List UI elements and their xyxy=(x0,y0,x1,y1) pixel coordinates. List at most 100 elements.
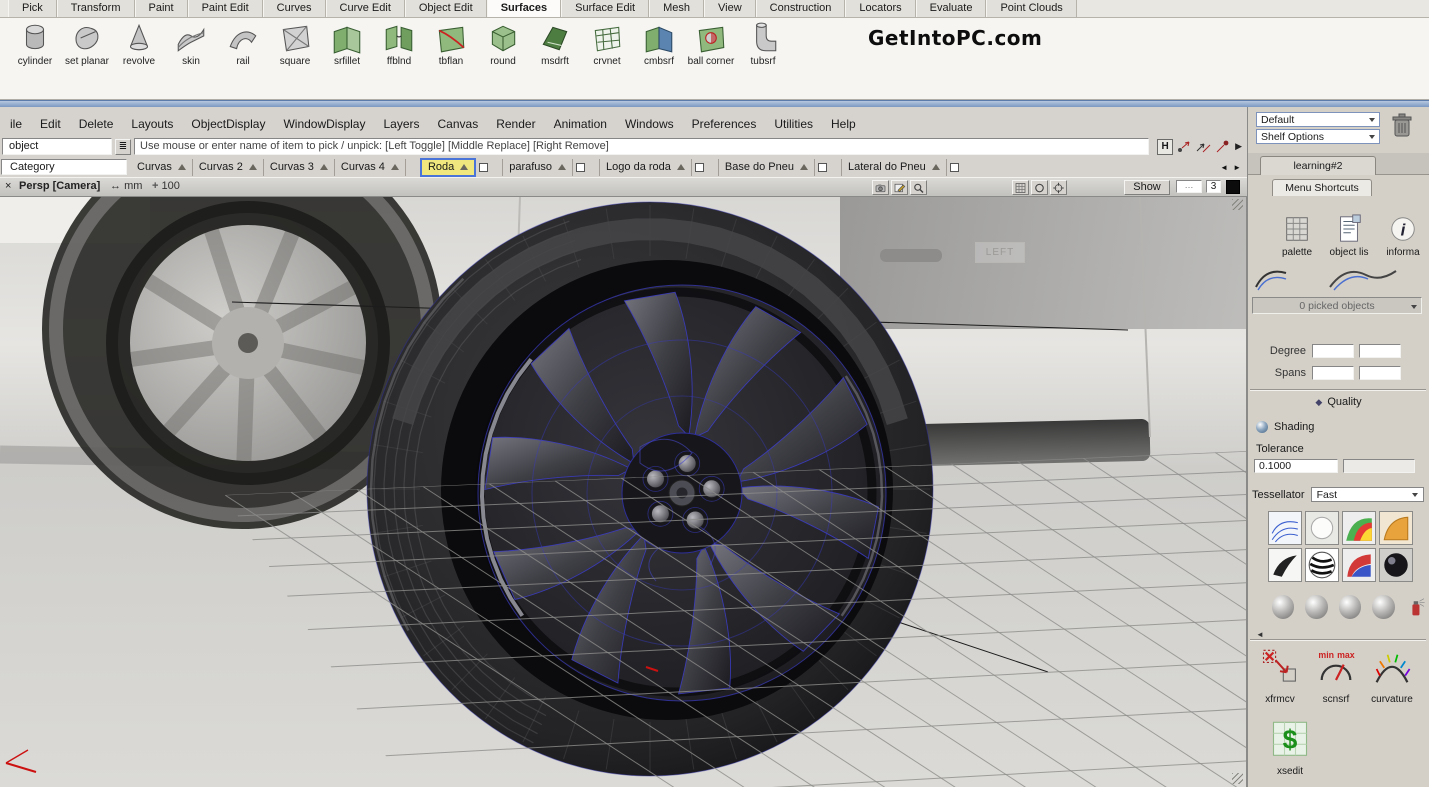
tool-tubsrf[interactable]: tubsrf xyxy=(738,21,788,67)
viewport-corner-icon[interactable] xyxy=(1232,199,1243,210)
layer-slider-icon[interactable] xyxy=(800,164,808,170)
prompt-list-icon[interactable]: ≣ xyxy=(115,139,131,155)
shelf-tab-transform[interactable]: Transform xyxy=(57,0,135,17)
edit-view-icon[interactable] xyxy=(891,180,908,195)
prompt-input[interactable]: Use mouse or enter name of item to pick … xyxy=(134,138,1149,155)
shade-white-icon[interactable] xyxy=(1305,511,1339,545)
shelf-tab-paint[interactable]: Paint xyxy=(135,0,188,17)
degree-field-1[interactable] xyxy=(1312,344,1354,358)
shelf-tab-curve-edit[interactable]: Curve Edit xyxy=(326,0,405,17)
layer-scroll-left-icon[interactable]: ◄ xyxy=(1220,163,1228,172)
shelf-set-select[interactable]: Default xyxy=(1256,112,1380,127)
crosshair-icon[interactable] xyxy=(1050,180,1067,195)
shelf-tab-paint-edit[interactable]: Paint Edit xyxy=(188,0,263,17)
menu-animation[interactable]: Animation xyxy=(545,115,616,133)
curve-tool-icon[interactable] xyxy=(1328,265,1398,291)
layer-tab-base-do-pneu[interactable]: Base do Pneu xyxy=(718,159,815,176)
menu-delete[interactable]: Delete xyxy=(70,115,123,133)
tessellator-select[interactable]: Fast xyxy=(1311,487,1424,502)
shelf-tab-object-edit[interactable]: Object Edit xyxy=(405,0,487,17)
panel-scroll-left-icon[interactable]: ◄ xyxy=(1256,630,1264,639)
layer-tab-lateral-do-pneu[interactable]: Lateral do Pneu xyxy=(841,159,947,176)
sphere-1-icon[interactable] xyxy=(1272,595,1294,619)
tool-srfillet[interactable]: srfillet xyxy=(322,21,372,67)
wireframe-icon[interactable] xyxy=(1268,511,1302,545)
menu-objectdisplay[interactable]: ObjectDisplay xyxy=(182,115,274,133)
tool-tbflan[interactable]: tbflan xyxy=(426,21,476,67)
layer-slider-icon[interactable] xyxy=(249,164,257,170)
menu-utilities[interactable]: Utilities xyxy=(765,115,822,133)
paint-stroke-icon[interactable] xyxy=(1268,548,1302,582)
tool-revolve[interactable]: revolve xyxy=(114,21,164,67)
tool-rail[interactable]: rail xyxy=(218,21,268,67)
menu-preferences[interactable]: Preferences xyxy=(683,115,766,133)
menu-help[interactable]: Help xyxy=(822,115,865,133)
degree-field-2[interactable] xyxy=(1359,344,1401,358)
shortcut-object-lis[interactable]: object lis xyxy=(1326,213,1372,258)
layer-slider-icon[interactable] xyxy=(558,164,566,170)
layer-slider-icon[interactable] xyxy=(677,164,685,170)
shelf-tab-pick[interactable]: Pick xyxy=(8,0,57,17)
layer-slider-icon[interactable] xyxy=(178,164,186,170)
show-menu-button[interactable]: Show xyxy=(1124,180,1170,195)
layer-toggle-checkbox[interactable] xyxy=(479,163,488,172)
pick-component-icon[interactable] xyxy=(1195,139,1211,155)
shelf-tab-curves[interactable]: Curves xyxy=(263,0,326,17)
shortcut-informa[interactable]: iinforma xyxy=(1380,213,1426,258)
tool-curvature[interactable]: curvature xyxy=(1364,647,1420,705)
layer-slider-icon[interactable] xyxy=(460,164,468,170)
menu-edit[interactable]: Edit xyxy=(31,115,70,133)
viewport-close-icon[interactable]: × xyxy=(5,180,11,192)
grid-toggle-icon[interactable] xyxy=(1012,180,1029,195)
layer-slider-icon[interactable] xyxy=(320,164,328,170)
circle-select-icon[interactable] xyxy=(1031,180,1048,195)
tool-crvnet[interactable]: crvnet xyxy=(582,21,632,67)
tool-scnsrf[interactable]: minmaxscnsrf xyxy=(1308,647,1364,705)
spray-icon[interactable] xyxy=(1406,594,1427,620)
layer-tab-curvas-4[interactable]: Curvas 4 xyxy=(335,159,406,176)
dark-sphere-icon[interactable] xyxy=(1379,548,1413,582)
trash-icon[interactable] xyxy=(1390,110,1414,142)
spans-field-1[interactable] xyxy=(1312,366,1354,380)
tool-cmbsrf[interactable]: cmbsrf xyxy=(634,21,684,67)
shade-gold-icon[interactable] xyxy=(1379,511,1413,545)
layer-tab-logo-da-roda[interactable]: Logo da roda xyxy=(599,159,692,176)
menu-render[interactable]: Render xyxy=(487,115,544,133)
layer-scroll-right-icon[interactable]: ► xyxy=(1233,163,1241,172)
tool-set-planar[interactable]: set planar xyxy=(62,21,112,67)
viewport-canvas[interactable] xyxy=(0,197,1247,787)
curve-tool-icon[interactable] xyxy=(1254,265,1288,291)
quality-section-header[interactable]: ◆Quality xyxy=(1248,393,1429,411)
menu-shortcuts-tab[interactable]: Menu Shortcuts xyxy=(1272,179,1372,196)
tool-skin[interactable]: skin xyxy=(166,21,216,67)
tool-square[interactable]: square xyxy=(270,21,320,67)
shelf-tab-view[interactable]: View xyxy=(704,0,756,17)
layer-toggle-checkbox[interactable] xyxy=(950,163,959,172)
layer-toggle-checkbox[interactable] xyxy=(818,163,827,172)
layer-tab-curvas-3[interactable]: Curvas 3 xyxy=(264,159,335,176)
shelf-tab-locators[interactable]: Locators xyxy=(845,0,915,17)
layer-toggle-checkbox[interactable] xyxy=(576,163,585,172)
menu-ile[interactable]: ile xyxy=(1,115,31,133)
shelf-tab-surfaces[interactable]: Surfaces xyxy=(487,0,561,17)
tab-learning2[interactable]: learning#2 xyxy=(1260,156,1376,175)
layer-slider-icon[interactable] xyxy=(391,164,399,170)
shading-row[interactable]: Shading xyxy=(1256,419,1314,435)
shortcut-palette[interactable]: palette xyxy=(1274,213,1320,258)
sphere-2-icon[interactable] xyxy=(1305,595,1327,619)
menu-windows[interactable]: Windows xyxy=(616,115,683,133)
background-swatch[interactable] xyxy=(1226,180,1240,194)
layer-tab-roda[interactable]: Roda xyxy=(420,158,476,177)
shelf-tab-point-clouds[interactable]: Point Clouds xyxy=(986,0,1076,17)
tolerance-input[interactable]: 0.1000 xyxy=(1254,459,1338,473)
sphere-4-icon[interactable] xyxy=(1372,595,1394,619)
menu-layers[interactable]: Layers xyxy=(374,115,428,133)
snap-icon[interactable] xyxy=(1214,139,1230,155)
prompt-expand-arrow[interactable]: ▶ xyxy=(1235,141,1242,152)
sphere-3-icon[interactable] xyxy=(1339,595,1361,619)
layer-tab-curvas-2[interactable]: Curvas 2 xyxy=(193,159,264,176)
zebra-icon[interactable] xyxy=(1305,548,1339,582)
menu-windowdisplay[interactable]: WindowDisplay xyxy=(274,115,374,133)
viewport-title[interactable]: Persp [Camera] xyxy=(19,180,100,192)
menu-canvas[interactable]: Canvas xyxy=(429,115,488,133)
